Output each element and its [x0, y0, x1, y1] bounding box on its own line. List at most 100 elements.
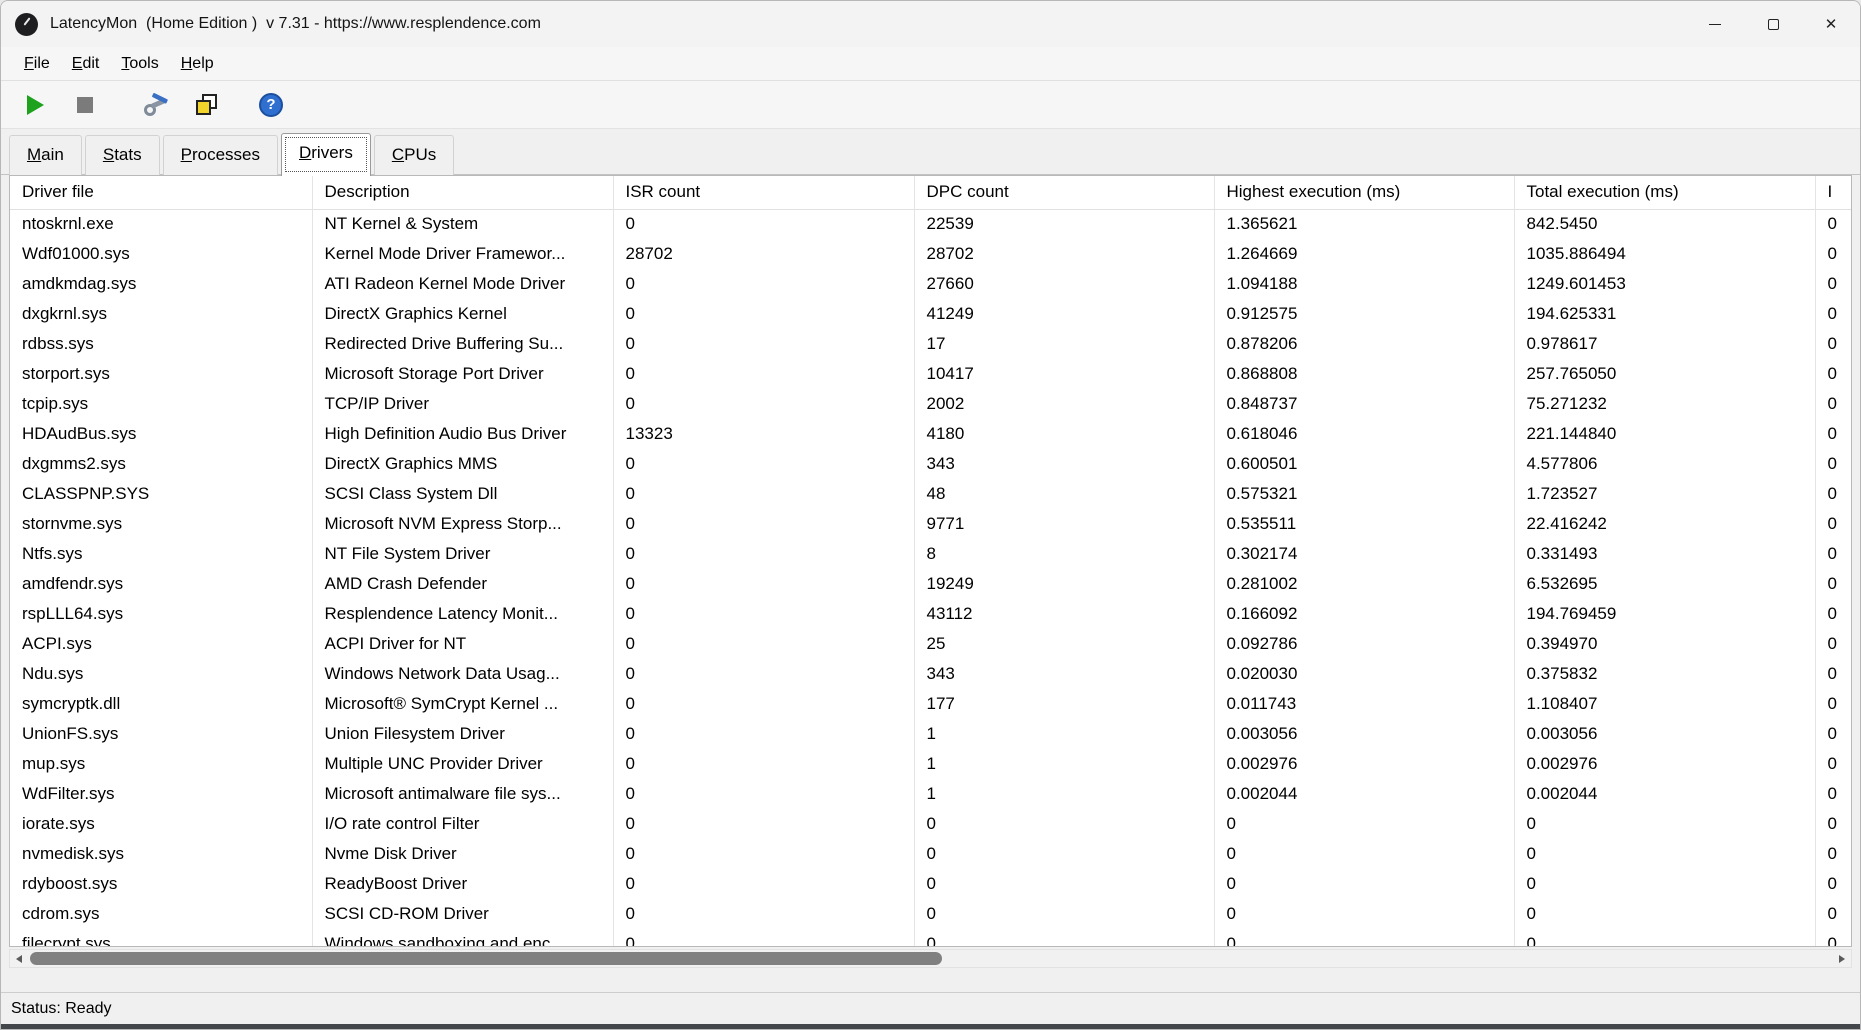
- menu-item-help[interactable]: Help: [170, 50, 225, 78]
- scroll-right-button[interactable]: [1833, 950, 1851, 967]
- cell-dpc-count: 1: [914, 779, 1214, 809]
- table-body: ntoskrnl.exeNT Kernel & System0225391.36…: [10, 209, 1852, 947]
- cell-isr-count: 0: [613, 209, 914, 239]
- cell-isr-count: 0: [613, 449, 914, 479]
- table-row[interactable]: CLASSPNP.SYSSCSI Class System Dll0480.57…: [10, 479, 1852, 509]
- cell-driver-file: dxgmms2.sys: [10, 449, 312, 479]
- cell-driver-file: ntoskrnl.exe: [10, 209, 312, 239]
- cell-total-execution-ms: 0.375832: [1514, 659, 1815, 689]
- cell-highest-execution-ms: 0: [1214, 809, 1514, 839]
- stop-monitor-button[interactable]: [65, 87, 105, 123]
- cell-description: AMD Crash Defender: [312, 569, 613, 599]
- help-button[interactable]: ?: [251, 87, 291, 123]
- table-row[interactable]: rdbss.sysRedirected Drive Buffering Su..…: [10, 329, 1852, 359]
- table-row[interactable]: UnionFS.sysUnion Filesystem Driver010.00…: [10, 719, 1852, 749]
- menu-bar: FileEditToolsHelp: [1, 47, 1860, 81]
- cell-isr-count: 0: [613, 539, 914, 569]
- options-button[interactable]: [137, 87, 177, 123]
- column-header-dpc-count[interactable]: DPC count: [914, 176, 1214, 209]
- cell-dpc-count: 4180: [914, 419, 1214, 449]
- cell-highest-execution-ms: 1.264669: [1214, 239, 1514, 269]
- table-row[interactable]: Wdf01000.sysKernel Mode Driver Framewor.…: [10, 239, 1852, 269]
- table-row[interactable]: HDAudBus.sysHigh Definition Audio Bus Dr…: [10, 419, 1852, 449]
- cell-clipped-column: 0: [1815, 479, 1852, 509]
- start-monitor-button[interactable]: [15, 87, 55, 123]
- cell-clipped-column: 0: [1815, 539, 1852, 569]
- cell-total-execution-ms: 0: [1514, 869, 1815, 899]
- table-row[interactable]: rspLLL64.sysResplendence Latency Monit..…: [10, 599, 1852, 629]
- cell-total-execution-ms: 0.002976: [1514, 749, 1815, 779]
- table-row[interactable]: WdFilter.sysMicrosoft antimalware file s…: [10, 779, 1852, 809]
- cell-isr-count: 0: [613, 329, 914, 359]
- tab-main[interactable]: Main: [9, 135, 82, 175]
- tab-drivers[interactable]: Drivers: [281, 133, 371, 176]
- table-row[interactable]: cdrom.sysSCSI CD-ROM Driver00000: [10, 899, 1852, 929]
- cell-description: Multiple UNC Provider Driver: [312, 749, 613, 779]
- cell-description: DirectX Graphics Kernel: [312, 299, 613, 329]
- cell-dpc-count: 0: [914, 839, 1214, 869]
- table-row[interactable]: iorate.sysI/O rate control Filter00000: [10, 809, 1852, 839]
- table-row[interactable]: stornvme.sysMicrosoft NVM Express Storp.…: [10, 509, 1852, 539]
- column-header-isr-count[interactable]: ISR count: [613, 176, 914, 209]
- table-row[interactable]: mup.sysMultiple UNC Provider Driver010.0…: [10, 749, 1852, 779]
- column-header-description[interactable]: Description: [312, 176, 613, 209]
- cell-total-execution-ms: 0: [1514, 899, 1815, 929]
- column-header-highest-execution-ms[interactable]: Highest execution (ms): [1214, 176, 1514, 209]
- table-row[interactable]: amdfendr.sysAMD Crash Defender0192490.28…: [10, 569, 1852, 599]
- cell-clipped-column: 0: [1815, 239, 1852, 269]
- column-header-clipped-column[interactable]: I: [1815, 176, 1852, 209]
- cell-total-execution-ms: 0: [1514, 809, 1815, 839]
- cell-description: Microsoft® SymCrypt Kernel ...: [312, 689, 613, 719]
- cell-clipped-column: 0: [1815, 689, 1852, 719]
- cell-clipped-column: 0: [1815, 569, 1852, 599]
- table-row[interactable]: dxgmms2.sysDirectX Graphics MMS03430.600…: [10, 449, 1852, 479]
- table-row[interactable]: symcryptk.dllMicrosoft® SymCrypt Kernel …: [10, 689, 1852, 719]
- cell-driver-file: rdbss.sys: [10, 329, 312, 359]
- column-header-total-execution-ms[interactable]: Total execution (ms): [1514, 176, 1815, 209]
- tab-stats[interactable]: Stats: [85, 135, 160, 175]
- cell-isr-count: 0: [613, 779, 914, 809]
- title-bar: LatencyMon (Home Edition ) v 7.31 - http…: [1, 1, 1860, 47]
- cell-driver-file: ACPI.sys: [10, 629, 312, 659]
- table-row[interactable]: filecrypt.sysWindows sandboxing and enc.…: [10, 929, 1852, 947]
- cell-dpc-count: 17: [914, 329, 1214, 359]
- window-controls: ✕: [1686, 1, 1860, 47]
- cell-isr-count: 13323: [613, 419, 914, 449]
- close-button[interactable]: ✕: [1802, 1, 1860, 47]
- maximize-button[interactable]: [1744, 1, 1802, 47]
- tab-processes[interactable]: Processes: [163, 135, 278, 175]
- table-row[interactable]: Ndu.sysWindows Network Data Usag...03430…: [10, 659, 1852, 689]
- table-row[interactable]: ACPI.sysACPI Driver for NT0250.0927860.3…: [10, 629, 1852, 659]
- minimize-button[interactable]: [1686, 1, 1744, 47]
- table-row[interactable]: ntoskrnl.exeNT Kernel & System0225391.36…: [10, 209, 1852, 239]
- cell-isr-count: 0: [613, 299, 914, 329]
- table-row[interactable]: dxgkrnl.sysDirectX Graphics Kernel041249…: [10, 299, 1852, 329]
- scrollbar-thumb[interactable]: [30, 952, 942, 965]
- table-row[interactable]: nvmedisk.sysNvme Disk Driver00000: [10, 839, 1852, 869]
- cell-highest-execution-ms: 0.575321: [1214, 479, 1514, 509]
- horizontal-scrollbar[interactable]: [9, 949, 1852, 968]
- cell-description: Microsoft Storage Port Driver: [312, 359, 613, 389]
- cell-total-execution-ms: 0.394970: [1514, 629, 1815, 659]
- table-row[interactable]: Ntfs.sysNT File System Driver080.3021740…: [10, 539, 1852, 569]
- table-row[interactable]: amdkmdag.sysATI Radeon Kernel Mode Drive…: [10, 269, 1852, 299]
- cell-total-execution-ms: 221.144840: [1514, 419, 1815, 449]
- menu-item-file[interactable]: File: [13, 50, 61, 78]
- cell-driver-file: CLASSPNP.SYS: [10, 479, 312, 509]
- cell-description: SCSI CD-ROM Driver: [312, 899, 613, 929]
- table-row[interactable]: storport.sysMicrosoft Storage Port Drive…: [10, 359, 1852, 389]
- scroll-left-button[interactable]: [10, 950, 28, 967]
- cell-description: Windows sandboxing and enc...: [312, 929, 613, 947]
- column-header-driver-file[interactable]: Driver file: [10, 176, 312, 209]
- cell-isr-count: 0: [613, 899, 914, 929]
- cell-clipped-column: 0: [1815, 869, 1852, 899]
- menu-item-tools[interactable]: Tools: [110, 50, 169, 78]
- cell-total-execution-ms: 0: [1514, 929, 1815, 947]
- menu-item-edit[interactable]: Edit: [61, 50, 111, 78]
- table-row[interactable]: tcpip.sysTCP/IP Driver020020.84873775.27…: [10, 389, 1852, 419]
- report-button[interactable]: [187, 87, 227, 123]
- cell-clipped-column: 0: [1815, 839, 1852, 869]
- table-row[interactable]: rdyboost.sysReadyBoost Driver00000: [10, 869, 1852, 899]
- tab-cpus[interactable]: CPUs: [374, 135, 454, 175]
- cell-clipped-column: 0: [1815, 659, 1852, 689]
